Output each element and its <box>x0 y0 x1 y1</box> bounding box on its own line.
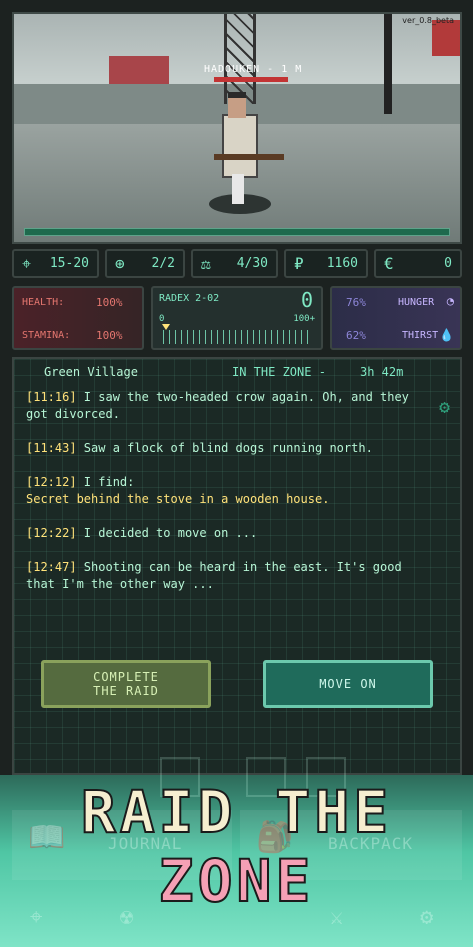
gear-icon[interactable]: ⚙ <box>439 397 450 418</box>
stat-ammo-value: 2/2 <box>151 256 175 271</box>
promo-title-line1: RAID THE <box>80 777 393 847</box>
zone-timer: 3h 42m <box>360 365 404 379</box>
rifle <box>214 154 284 160</box>
crosshair-icon: ⌖ <box>22 253 32 273</box>
log-entry: [12:47] Shooting can be heard in the eas… <box>26 560 402 591</box>
radex-scale-max: 100+ <box>293 314 315 324</box>
radex-scale-min: 0 <box>159 314 165 324</box>
target-icon: ⊕ <box>115 254 125 273</box>
scene-progress-bar <box>24 228 450 236</box>
stat-weight[interactable]: ⚖ 4/30 <box>191 249 278 278</box>
complete-raid-label: COMPLETE THE RAID <box>93 670 159 698</box>
player-legs <box>232 174 244 204</box>
ruble-icon: ₽ <box>294 254 304 273</box>
log-entries: [11:16] I saw the two-headed crow again.… <box>26 389 436 610</box>
location-name: Green Village <box>44 365 138 379</box>
radex-scale <box>163 330 313 344</box>
radex-title: RADEX 2-02 <box>159 293 220 304</box>
journal-log: Green Village IN THE ZONE - 3h 42m ⚙ [11… <box>12 357 462 775</box>
stat-ammo[interactable]: ⊕ 2/2 <box>105 249 185 278</box>
log-entry: [12:22] I decided to move on ... <box>26 526 258 540</box>
player-head <box>228 92 246 118</box>
version-label: ver_0.8_beta <box>402 16 454 25</box>
radex-needle-icon <box>162 324 170 330</box>
radex-reading: 0 <box>300 288 313 312</box>
enemy-health-bar <box>214 77 288 82</box>
truck-sign <box>432 20 460 56</box>
log-entry: [11:43] Saw a flock of blind dogs runnin… <box>26 441 373 455</box>
found-item: Secret behind the stove in a wooden hous… <box>26 492 330 506</box>
crane-cargo <box>109 56 169 84</box>
enemy-name: HADOUKEN - 1 M <box>204 64 303 75</box>
player-body[interactable] <box>222 114 258 178</box>
stat-rubles-value: 1160 <box>326 256 358 271</box>
water-drop-icon: 💧 <box>439 328 454 342</box>
log-entry: [11:16] I saw the two-headed crow again.… <box>26 390 409 421</box>
health-value: 100% <box>96 296 123 309</box>
euro-icon: € <box>384 254 394 273</box>
log-entry: [12:12] I find: Secret behind the stove … <box>26 475 330 506</box>
weight-icon: ⚖ <box>201 254 211 273</box>
health-panel: HEALTH: 100% STAMINA: 100% <box>12 286 144 350</box>
hunger-label: HUNGER <box>398 297 435 308</box>
thirst-label: THIRST <box>402 330 439 341</box>
stat-damage-value: 15-20 <box>49 256 89 271</box>
move-on-label: MOVE ON <box>319 677 377 691</box>
stamina-value: 100% <box>96 329 123 342</box>
dead-tree <box>384 14 392 114</box>
hunger-value: 76% <box>346 296 366 309</box>
radex-dosimeter[interactable]: RADEX 2-02 0 0 100+ <box>151 286 323 350</box>
needs-panel: 76% HUNGER 62% THIRST ◔ 💧 <box>330 286 462 350</box>
stat-damage[interactable]: ⌖ 15-20 <box>12 249 99 278</box>
stat-euros[interactable]: € 0 <box>374 249 462 278</box>
complete-raid-button[interactable]: COMPLETE THE RAID <box>41 660 211 708</box>
game-scene[interactable]: ver_0.8_beta HADOUKEN - 1 M <box>12 12 462 244</box>
stomach-icon: ◔ <box>446 294 454 308</box>
promo-title-line2: ZONE <box>158 846 315 916</box>
stat-rubles[interactable]: ₽ 1160 <box>284 249 368 278</box>
stat-weight-value: 4/30 <box>236 256 268 271</box>
stat-euros-value: 0 <box>444 256 452 271</box>
crane-tower <box>224 14 256 104</box>
thirst-value: 62% <box>346 329 366 342</box>
move-on-button[interactable]: MOVE ON <box>263 660 433 708</box>
health-label: HEALTH: <box>22 297 65 308</box>
stamina-label: STAMINA: <box>22 330 71 341</box>
zone-status: IN THE ZONE - <box>232 365 326 379</box>
